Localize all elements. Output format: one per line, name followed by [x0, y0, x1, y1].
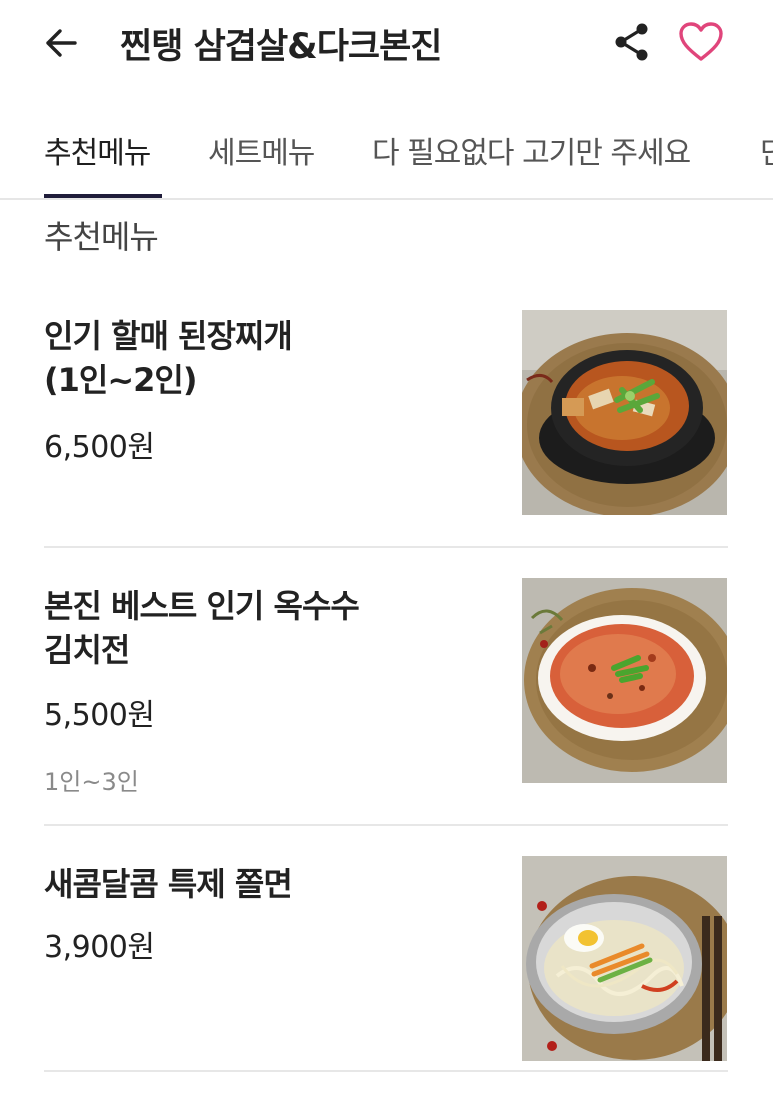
- menu-item-name-line: 인기 할매 된장찌개: [44, 317, 293, 355]
- jjolmyeon-photo[interactable]: [522, 856, 727, 1061]
- menu-item[interactable]: 새콤달콤 특제 쫄면 3,900원: [0, 856, 773, 1066]
- doenjang-jjigae-photo[interactable]: [522, 310, 727, 515]
- menu-item-name-line: 김치전: [44, 631, 130, 669]
- category-tabs: 추천메뉴 세트메뉴 다 필요없다 고기만 주세요 단: [0, 108, 773, 200]
- active-tab-indicator: [44, 194, 162, 198]
- heart-outline-icon: [679, 22, 723, 61]
- share-icon: [615, 23, 648, 61]
- menu-item-name: 본진 베스트 인기 옥수수 김치전: [44, 584, 464, 672]
- menu-item-name-line: 본진 베스트 인기 옥수수: [44, 587, 360, 625]
- menu-item[interactable]: 인기 할매 된장찌개 (1인~2인) 6,500원: [0, 300, 773, 550]
- menu-divider: [44, 546, 728, 548]
- menu-item-name-line: 새콤달콤 특제 쫄면: [44, 865, 293, 903]
- menu-item-name-line: (1인~2인): [44, 361, 197, 399]
- section-title: 추천메뉴: [44, 218, 159, 256]
- menu-item-price: 5,500원: [44, 698, 155, 733]
- share-button[interactable]: [610, 20, 654, 64]
- kimchi-jeon-photo[interactable]: [522, 578, 727, 783]
- page-title: 찐탱 삼겹살&다크본진: [120, 27, 443, 67]
- menu-item-name: 새콤달콤 특제 쫄면: [44, 862, 464, 906]
- tab-set-menu[interactable]: 세트메뉴: [208, 128, 315, 172]
- menu-item-price: 6,500원: [44, 430, 155, 465]
- favorite-button[interactable]: [676, 18, 726, 66]
- app-header: 찐탱 삼겹살&다크본진: [0, 0, 773, 90]
- arrow-left-icon: [46, 29, 77, 57]
- menu-divider: [44, 1070, 728, 1072]
- menu-divider: [44, 824, 728, 826]
- tab-meat-only[interactable]: 다 필요없다 고기만 주세요: [372, 128, 691, 172]
- menu-item[interactable]: 본진 베스트 인기 옥수수 김치전 5,500원 1인~3인: [0, 578, 773, 824]
- tab-recommended[interactable]: 추천메뉴: [44, 128, 151, 172]
- back-button[interactable]: [40, 22, 82, 64]
- menu-item-name: 인기 할매 된장찌개 (1인~2인): [44, 314, 464, 402]
- menu-item-price: 3,900원: [44, 930, 155, 965]
- tab-next[interactable]: 단: [760, 128, 773, 172]
- menu-item-serving-note: 1인~3인: [44, 768, 139, 796]
